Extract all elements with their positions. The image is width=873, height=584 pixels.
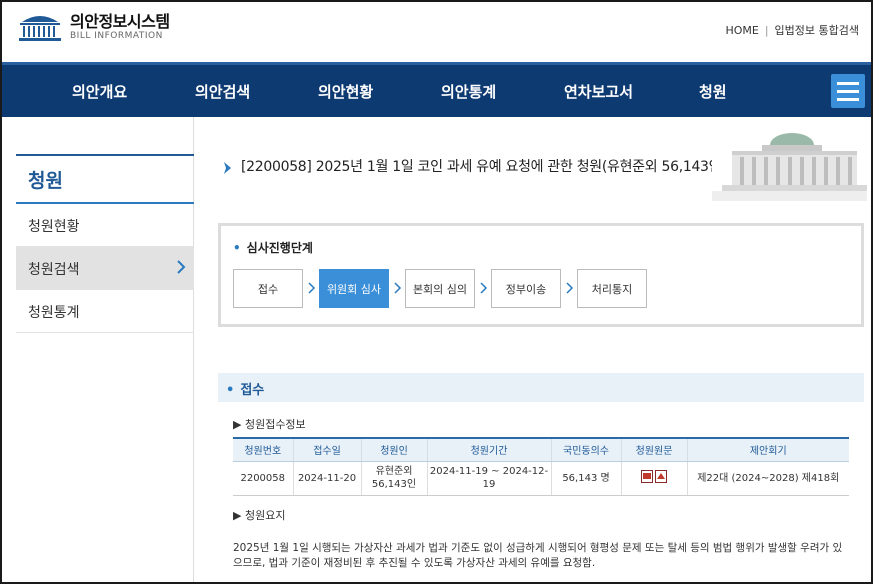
hwp-file-icon[interactable] (641, 469, 653, 483)
cell-original-doc (620, 461, 687, 496)
table-header-row: 청원번호 접수일 청원인 청원기간 국민동의수 청원원문 제안회기 (233, 437, 849, 462)
cell-petition-number: 2200058 (233, 461, 293, 496)
link-separator: | (764, 23, 769, 37)
header: 의안정보시스템 BILL INFORMATION HOME | 입법정보 통합검… (2, 2, 871, 62)
review-stage-panel: • 심사진행단계 접수 위원회 심사 본회의 심의 정부이송 처리통지 (218, 223, 864, 327)
step-committee-review: 위원회 심사 (319, 269, 389, 308)
sidebar-item-petition-status[interactable]: 청원현황 (16, 204, 194, 247)
col-received-date: 접수일 (292, 437, 361, 462)
cell-consents: 56,143 명 (550, 461, 621, 496)
cell-received-date: 2024-11-20 (292, 461, 361, 496)
site-logo[interactable]: 의안정보시스템 BILL INFORMATION (16, 12, 170, 42)
section-title-text: 접수 (240, 383, 265, 398)
nav-item-petition[interactable]: 청원 (699, 81, 727, 102)
col-session: 제안회기 (686, 437, 849, 462)
nav-item-bill-overview[interactable]: 의안개요 (72, 81, 127, 102)
sidebar-item-label: 청원통계 (28, 305, 80, 321)
title-chevron-icon (224, 162, 231, 174)
title-area: [2200058] 2025년 1월 1일 코인 과세 유예 요청에 관한 청원… (217, 117, 867, 202)
section-reception: • 접수 (218, 373, 864, 402)
nav-item-annual-report[interactable]: 연차보고서 (564, 81, 633, 102)
chevron-right-icon (177, 260, 186, 274)
cell-period: 2024-11-19 ~ 2024-12-19 (426, 461, 551, 496)
summary-heading: ▶ 청원요지 (233, 509, 286, 522)
step-plenary-review: 본회의 심의 (405, 269, 475, 308)
petition-info-table: 청원번호 접수일 청원인 청원기간 국민동의수 청원원문 제안회기 220005… (233, 437, 849, 496)
pdf-file-icon[interactable] (655, 469, 667, 483)
step-arrow-icon (394, 282, 402, 294)
petitioner-name: 유현준외 (375, 466, 413, 477)
nav-item-bill-status[interactable]: 의안현황 (318, 81, 373, 102)
page-title: [2200058] 2025년 1월 1일 코인 과세 유예 요청에 관한 청원… (241, 159, 727, 175)
main-nav: 의안개요 의안검색 의안현황 의안통계 연차보고서 청원 (2, 62, 871, 117)
section-title: • 접수 (226, 383, 265, 398)
col-consents: 국민동의수 (550, 437, 621, 462)
sidebar-item-petition-stats[interactable]: 청원통계 (16, 290, 194, 333)
assembly-building-image (712, 123, 867, 201)
assembly-logo-icon (19, 16, 61, 41)
nav-item-bill-stats[interactable]: 의안통계 (441, 81, 496, 102)
step-result-notice: 처리통지 (577, 269, 647, 308)
app-frame: 의안정보시스템 BILL INFORMATION HOME | 입법정보 통합검… (0, 0, 873, 584)
cell-petitioner: 유현준외 56,143인 (360, 461, 427, 496)
table-row: 2200058 2024-11-20 유현준외 56,143인 2024-11-… (233, 461, 849, 496)
stage-title-text: 심사진행단계 (246, 241, 313, 255)
integrated-search-link[interactable]: 입법정보 통합검색 (775, 22, 859, 38)
info-heading: ▶ 청원접수정보 (233, 418, 306, 431)
col-original-doc: 청원원문 (620, 437, 687, 462)
hamburger-menu-icon[interactable] (831, 74, 865, 108)
petitioner-count: 56,143인 (371, 479, 417, 490)
col-petition-number: 청원번호 (233, 437, 293, 462)
logo-title: 의안정보시스템 (70, 11, 170, 31)
col-petitioner: 청원인 (360, 437, 427, 462)
nav-item-bill-search[interactable]: 의안검색 (195, 81, 250, 102)
stage-panel-title: • 심사진행단계 (233, 239, 313, 256)
top-links: HOME | 입법정보 통합검색 (725, 22, 859, 38)
main-content: [2200058] 2025년 1월 1일 코인 과세 유예 요청에 관한 청원… (195, 117, 871, 582)
step-government-transfer: 정부이송 (491, 269, 561, 308)
sidebar: 청원 청원현황 청원검색 청원통계 (2, 117, 194, 582)
sidebar-item-label: 청원검색 (28, 262, 80, 278)
col-period: 청원기간 (426, 437, 551, 462)
sidebar-item-petition-search[interactable]: 청원검색 (16, 247, 194, 290)
logo-subtitle: BILL INFORMATION (70, 30, 163, 41)
step-arrow-icon (480, 282, 488, 294)
step-arrow-icon (566, 282, 574, 294)
sidebar-title: 청원 (16, 154, 194, 204)
step-received: 접수 (233, 269, 303, 308)
home-link[interactable]: HOME (725, 24, 758, 37)
sidebar-item-label: 청원현황 (28, 219, 80, 235)
step-arrow-icon (308, 282, 316, 294)
cell-session: 제22대 (2024~2028) 제418회 (686, 461, 849, 496)
summary-text: 2025년 1월 1일 시행되는 가상자산 과세가 법과 기준도 없이 성급하게… (233, 542, 843, 569)
bullet-icon: • (233, 241, 241, 255)
